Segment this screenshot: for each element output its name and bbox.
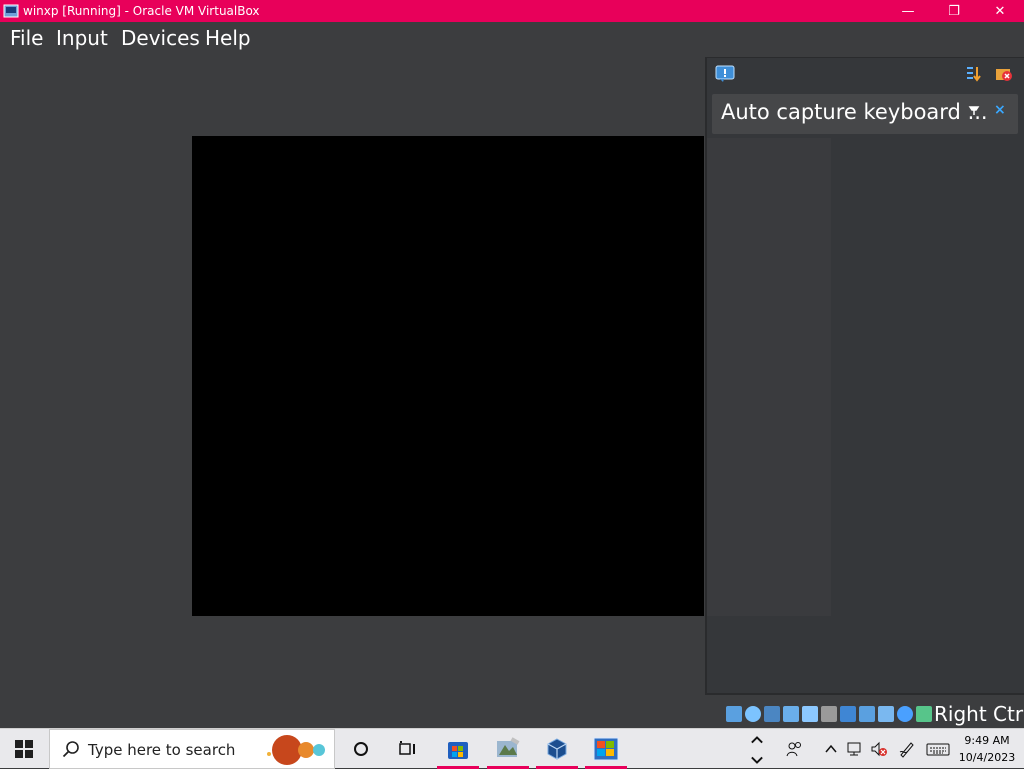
status-indicators (726, 706, 932, 722)
taskbar-clock[interactable]: 9:49 AM 10/4/2023 (956, 732, 1018, 766)
optical-drive-icon[interactable] (745, 706, 761, 722)
notification-center-icon[interactable] (715, 65, 735, 83)
hard-disk-icon[interactable] (726, 706, 742, 722)
paint-app-icon (497, 737, 520, 757)
windows-xp-vm-app-icon (593, 737, 619, 761)
show-hidden-icons-icon[interactable] (822, 740, 840, 758)
window-title: winxp [Running] - Oracle VM VirtualBox (23, 4, 260, 18)
pen-workspace-icon[interactable] (898, 740, 916, 758)
taskbar: Type here to search 9:49 AM 10/4/2023 (0, 728, 1024, 769)
start-button[interactable] (0, 729, 48, 769)
clear-all-icon[interactable] (995, 65, 1013, 82)
status-bar: Right Ctrl (720, 700, 1024, 728)
search-highlight-image[interactable] (262, 732, 332, 768)
cortana-icon (354, 742, 368, 756)
tray-scroll-up-icon[interactable] (748, 731, 766, 749)
network-tray-icon[interactable] (846, 740, 864, 758)
audio-icon[interactable] (764, 706, 780, 722)
taskbar-app-paint[interactable] (485, 729, 531, 769)
recording-icon[interactable] (859, 706, 875, 722)
shared-folders-icon[interactable] (821, 706, 837, 722)
search-placeholder: Type here to search (88, 741, 236, 759)
vm-display[interactable] (192, 136, 704, 616)
volume-muted-icon[interactable] (870, 740, 888, 758)
cpu-icon[interactable] (897, 706, 913, 722)
mouse-integration-icon[interactable] (916, 706, 932, 722)
menu-devices[interactable]: Devices (121, 26, 200, 50)
notification-message: Auto capture keyboard ... (721, 100, 988, 124)
clock-time: 9:49 AM (964, 734, 1010, 747)
menu-bar: File Input Devices Help (0, 22, 1024, 56)
windows-logo-icon (15, 740, 33, 758)
store-app-icon (448, 742, 468, 759)
notification-card[interactable]: Auto capture keyboard ... × (712, 94, 1018, 134)
notification-panel-body (707, 138, 831, 616)
virtualbox-app-icon (547, 738, 567, 760)
menu-help[interactable]: Help (205, 26, 251, 50)
menu-input[interactable]: Input (56, 26, 108, 50)
close-button[interactable]: ✕ (977, 0, 1023, 22)
restore-button[interactable]: ❐ (931, 0, 977, 22)
people-icon[interactable] (786, 740, 804, 758)
sort-icon[interactable] (965, 65, 981, 82)
video-capture-icon[interactable] (878, 706, 894, 722)
title-bar: winxp [Running] - Oracle VM VirtualBox —… (0, 0, 1024, 22)
virtualbox-window-icon (3, 4, 19, 18)
task-view-icon (399, 741, 415, 755)
taskbar-app-winxp-vm[interactable] (583, 729, 629, 769)
dismiss-notification-icon[interactable]: × (994, 102, 1006, 118)
task-view-button[interactable] (385, 729, 431, 769)
task-view-cortana-button[interactable] (338, 729, 384, 769)
usb-icon[interactable] (802, 706, 818, 722)
tray-scroll-down-icon[interactable] (748, 751, 766, 769)
clock-date: 10/4/2023 (958, 751, 1016, 764)
host-key-label: Right Ctrl (934, 702, 1024, 726)
taskbar-app-store[interactable] (435, 729, 481, 769)
pin-icon[interactable] (968, 104, 982, 118)
taskbar-search[interactable]: Type here to search (49, 729, 335, 769)
notification-center: Auto capture keyboard ... × (705, 57, 1024, 695)
network-icon[interactable] (783, 706, 799, 722)
minimize-button[interactable]: — (885, 0, 931, 22)
menu-file[interactable]: File (10, 26, 43, 50)
touch-keyboard-icon[interactable] (926, 740, 950, 758)
taskbar-app-virtualbox[interactable] (534, 729, 580, 769)
display-icon[interactable] (840, 706, 856, 722)
search-icon (62, 741, 79, 758)
